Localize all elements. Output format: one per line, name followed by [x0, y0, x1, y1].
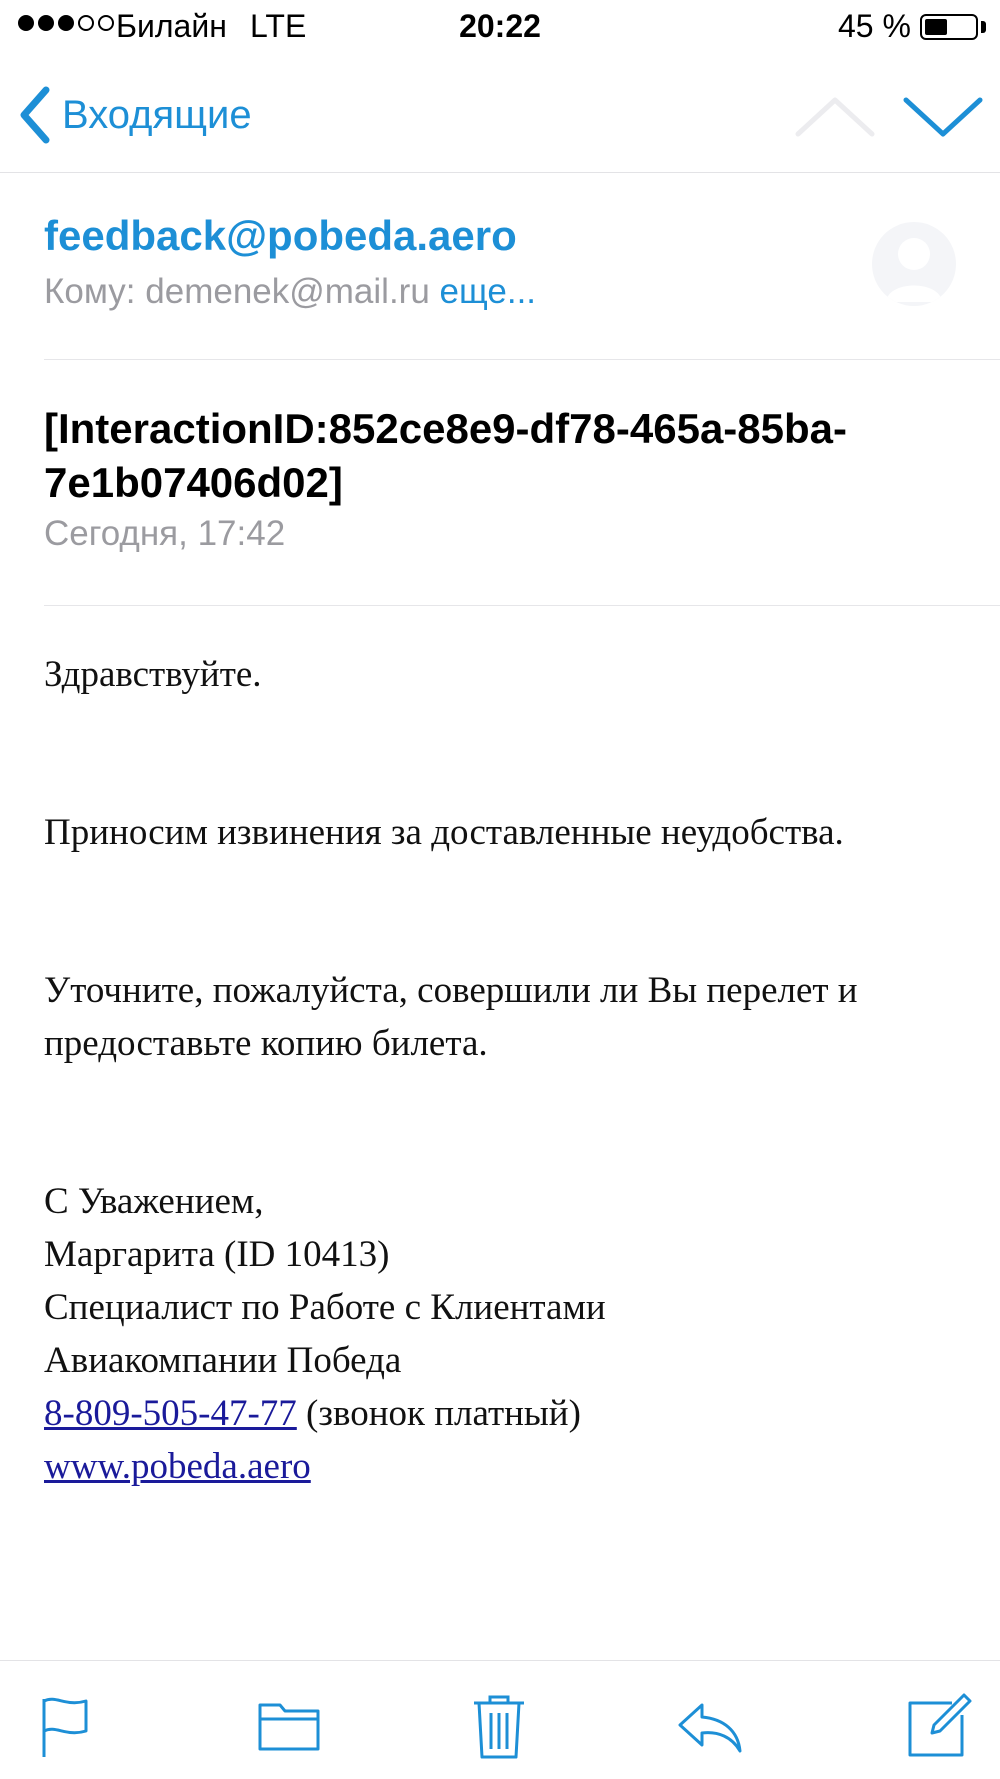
signature-company: Авиакомпании Победа [44, 1340, 402, 1381]
back-button-label: Входящие [62, 92, 252, 137]
message-date: Сегодня, 17:42 [44, 514, 286, 553]
reply-icon[interactable] [674, 1691, 744, 1761]
greeting-text: Здравствуйте. [44, 654, 262, 695]
flag-icon[interactable] [30, 1691, 100, 1761]
signature-phone-line: 8-809-505-47-77 (звонок платный) [44, 1387, 974, 1440]
website-link[interactable]: www.pobeda.aero [44, 1446, 311, 1487]
bottom-toolbar [0, 1660, 1000, 1779]
request-text: Уточните, пожалуйста, совершили ли Вы пе… [44, 970, 858, 1064]
back-button[interactable]: Входящие [18, 86, 252, 144]
previous-message-button[interactable] [792, 92, 878, 142]
recipients-line: Кому: demenek@mail.ru еще... [44, 272, 536, 312]
message-signature: С Уважением, Маргарита (ID 10413) Специа… [44, 1175, 974, 1493]
sender-address[interactable]: feedback@pobeda.aero [44, 212, 517, 260]
status-bar: Билайн LTE 20:22 45 % [0, 0, 1000, 56]
subject-block: [InteractionID:852ce8e9-df78-465a-85ba-7… [0, 360, 1000, 606]
signature-position: Специалист по Работе с Клиентами [44, 1287, 606, 1328]
battery-tip [981, 21, 986, 33]
battery-icon [920, 14, 978, 40]
compose-icon[interactable] [904, 1691, 974, 1761]
phone-note: (звонок платный) [296, 1393, 581, 1434]
message-greeting: Здравствуйте. [44, 648, 974, 701]
signature-website-line: www.pobeda.aero [44, 1440, 974, 1493]
signature-name: Маргарита (ID 10413) [44, 1234, 390, 1275]
folder-icon[interactable] [254, 1691, 324, 1761]
apology-text: Приносим извинения за доставленные неудо… [44, 812, 844, 853]
message-request: Уточните, пожалуйста, совершили ли Вы пе… [44, 964, 974, 1070]
navigation-bar: Входящие [0, 56, 1000, 173]
person-icon [886, 238, 942, 302]
to-label: Кому: [44, 272, 146, 311]
more-recipients-link[interactable]: еще... [430, 272, 537, 311]
battery-percent: 45 % [838, 8, 911, 44]
signature-regards: С Уважением, [44, 1181, 264, 1222]
message-apology: Приносим извинения за доставленные неудо… [44, 806, 974, 859]
trash-icon[interactable] [464, 1691, 534, 1761]
chevron-left-icon [20, 86, 50, 144]
subject-divider [44, 605, 1000, 606]
phone-link[interactable]: 8-809-505-47-77 [44, 1393, 297, 1434]
battery-fill [925, 19, 947, 35]
avatar [872, 222, 956, 306]
to-address: demenek@mail.ru [145, 272, 430, 311]
message-header: feedback@pobeda.aero Кому: demenek@mail.… [0, 172, 1000, 360]
next-message-button[interactable] [900, 92, 986, 142]
message-subject: [InteractionID:852ce8e9-df78-465a-85ba-7… [44, 405, 848, 506]
